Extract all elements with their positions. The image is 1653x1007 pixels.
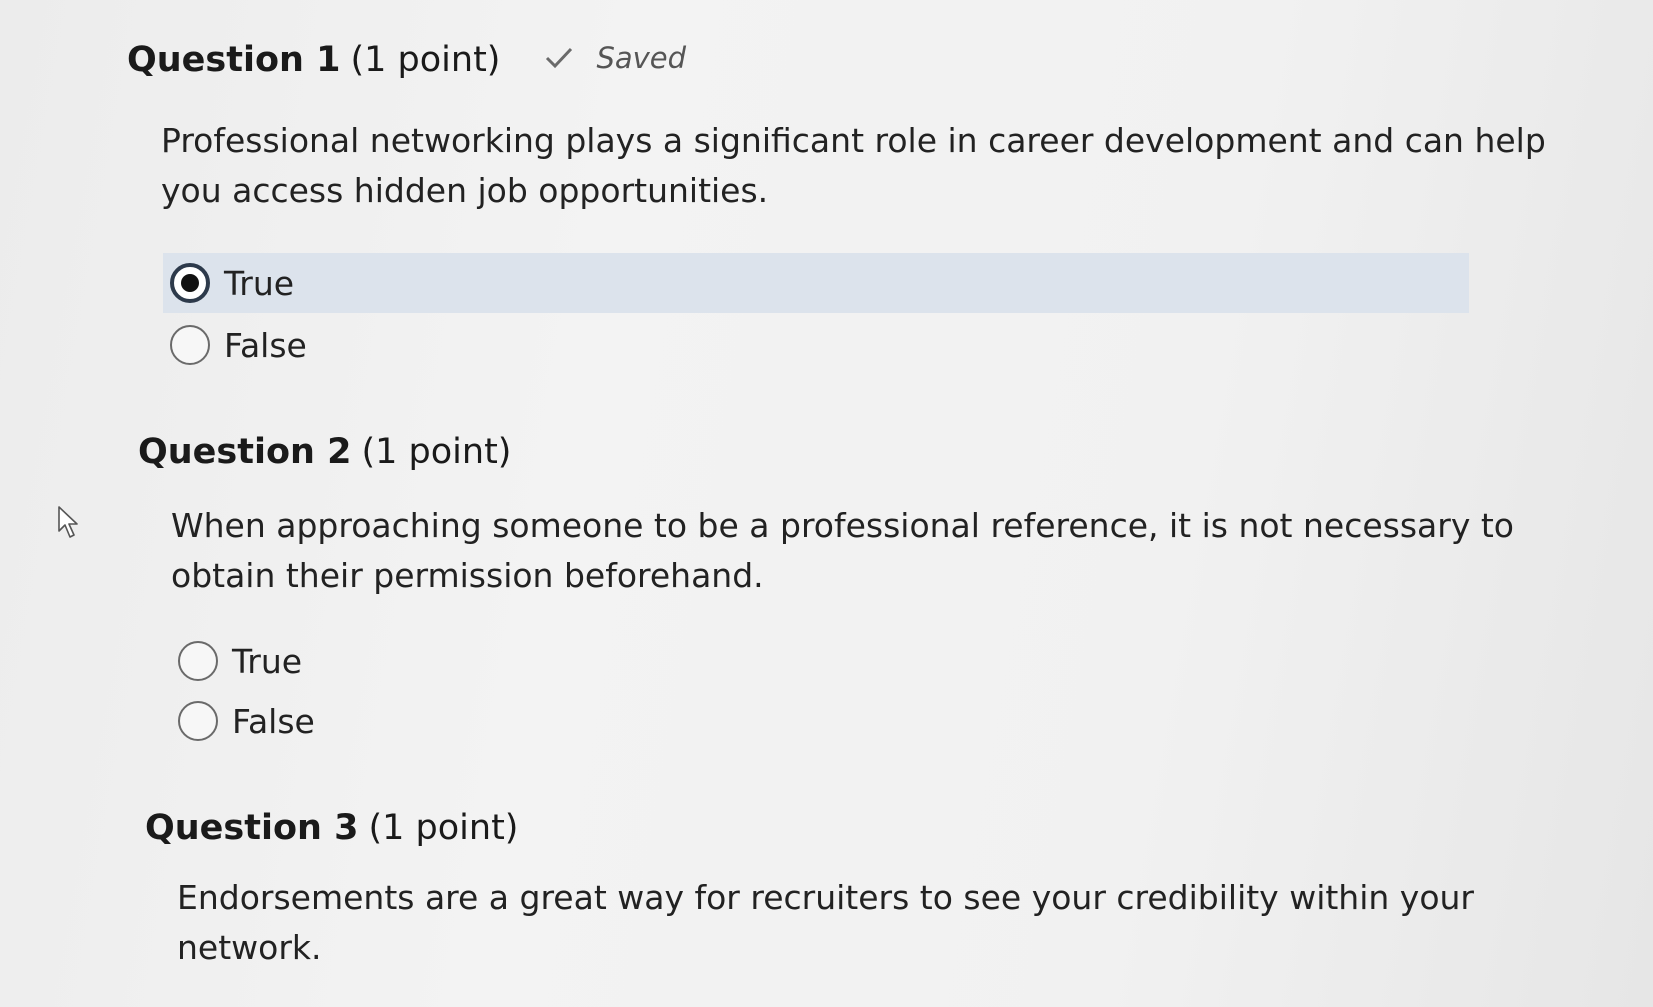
saved-status: Saved xyxy=(544,41,686,75)
question-2: Question 2 (1 point) xyxy=(138,432,511,472)
question-3-points: (1 point) xyxy=(368,808,519,848)
question-3-header: Question 3 (1 point) xyxy=(145,808,518,848)
saved-label: Saved xyxy=(596,41,687,75)
mouse-pointer-icon xyxy=(58,506,78,538)
question-1-title: Question 1 xyxy=(127,40,341,80)
option-label: True xyxy=(224,263,295,303)
radio-button[interactable] xyxy=(178,701,218,741)
check-icon xyxy=(546,47,573,69)
question-2-option-true[interactable]: True xyxy=(171,631,571,691)
question-2-text-line-2: obtain their permission beforehand. xyxy=(171,556,764,595)
question-3-text-line-2: network. xyxy=(177,928,322,967)
question-2-points: (1 point) xyxy=(361,432,512,472)
option-label: True xyxy=(232,641,303,681)
option-label: False xyxy=(224,325,307,365)
question-1: Question 1 (1 point) Saved xyxy=(127,40,686,80)
radio-button[interactable] xyxy=(178,641,218,681)
question-1-option-true[interactable]: True xyxy=(163,253,1469,313)
question-2-header: Question 2 (1 point) xyxy=(138,432,511,472)
question-2-option-false[interactable]: False xyxy=(171,691,571,751)
question-2-title: Question 2 xyxy=(138,432,352,472)
radio-dot xyxy=(181,274,199,292)
question-1-text: Professional networking plays a signific… xyxy=(161,116,1546,216)
question-2-text-line-1: When approaching someone to be a profess… xyxy=(171,506,1514,545)
question-3-title: Question 3 xyxy=(145,808,359,848)
question-3-text: Endorsements are a great way for recruit… xyxy=(177,873,1474,973)
question-3-text-line-1: Endorsements are a great way for recruit… xyxy=(177,878,1474,917)
question-2-text: When approaching someone to be a profess… xyxy=(171,501,1514,601)
question-1-text-line-2: you access hidden job opportunities. xyxy=(161,171,769,210)
option-label: False xyxy=(232,701,315,741)
question-3: Question 3 (1 point) xyxy=(145,808,518,848)
question-1-option-false[interactable]: False xyxy=(163,315,563,375)
question-1-points: (1 point) xyxy=(350,40,501,80)
radio-button-checked[interactable] xyxy=(170,263,210,303)
radio-button[interactable] xyxy=(170,325,210,365)
question-1-text-line-1: Professional networking plays a signific… xyxy=(161,121,1546,160)
question-1-header: Question 1 (1 point) Saved xyxy=(127,40,686,80)
